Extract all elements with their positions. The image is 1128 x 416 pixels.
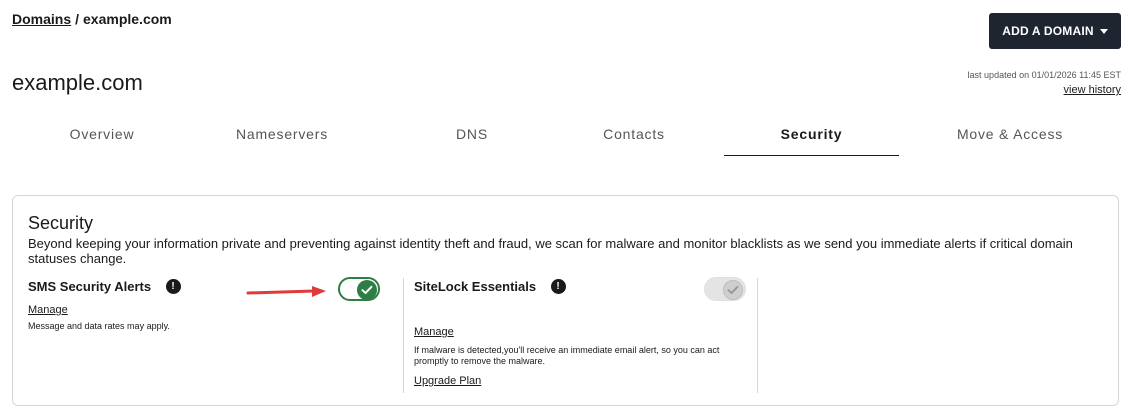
sms-alerts-name: SMS Security Alerts (28, 279, 152, 295)
annotation-arrow-icon (246, 286, 326, 297)
tab-contacts[interactable]: Contacts (544, 116, 724, 156)
sitelock-toggle[interactable] (704, 277, 746, 301)
breadcrumb-domains-link[interactable]: Domains (12, 11, 71, 27)
sms-note: Message and data rates may apply. (28, 321, 170, 331)
upgrade-plan-link[interactable]: Upgrade Plan (414, 375, 757, 387)
sitelock-feature: SiteLock Essentials ! Manage If malware … (403, 277, 758, 393)
check-icon (727, 285, 739, 294)
tab-security[interactable]: Security (724, 116, 899, 156)
info-icon[interactable]: ! (165, 279, 181, 295)
last-updated: last updated on 01/01/2026 11:45 EST vie… (968, 70, 1121, 96)
sms-alerts-feature: SMS Security Alerts ! Manage Message and… (28, 277, 398, 332)
security-card: Security Beyond keeping your information… (12, 195, 1119, 406)
sms-alerts-toggle[interactable] (338, 277, 380, 301)
sitelock-name: SiteLock Essentials (414, 279, 537, 295)
sitelock-manage-link[interactable]: Manage (414, 326, 757, 338)
check-icon (361, 285, 373, 294)
security-card-title: Security (28, 213, 94, 233)
toggle-knob (723, 280, 743, 300)
tab-overview[interactable]: Overview (12, 116, 192, 156)
caret-down-icon (1099, 28, 1108, 34)
tab-bar: Overview Nameservers DNS Contacts Securi… (12, 116, 1116, 156)
breadcrumb-current: example.com (83, 11, 172, 27)
tab-dns[interactable]: DNS (382, 116, 562, 156)
toggle-knob (357, 280, 377, 300)
tab-move-access[interactable]: Move & Access (920, 116, 1100, 156)
security-card-description: Beyond keeping your information private … (28, 236, 1073, 266)
breadcrumb: Domains / example.com (12, 11, 172, 27)
view-history-link[interactable]: view history (968, 84, 1121, 96)
add-domain-label: ADD A DOMAIN (1002, 24, 1094, 38)
add-domain-button[interactable]: ADD A DOMAIN (989, 13, 1121, 49)
tab-nameservers[interactable]: Nameservers (192, 116, 372, 156)
sitelock-note: If malware is detected,you'll receive an… (414, 345, 720, 366)
sms-manage-link[interactable]: Manage (28, 304, 398, 316)
breadcrumb-separator: / (75, 11, 80, 27)
info-icon[interactable]: ! (550, 279, 566, 295)
last-updated-text: last updated on 01/01/2026 11:45 EST (967, 70, 1121, 80)
page-title: example.com (12, 70, 143, 95)
domain-security-page: Domains / example.com ADD A DOMAIN example… (0, 0, 1128, 416)
